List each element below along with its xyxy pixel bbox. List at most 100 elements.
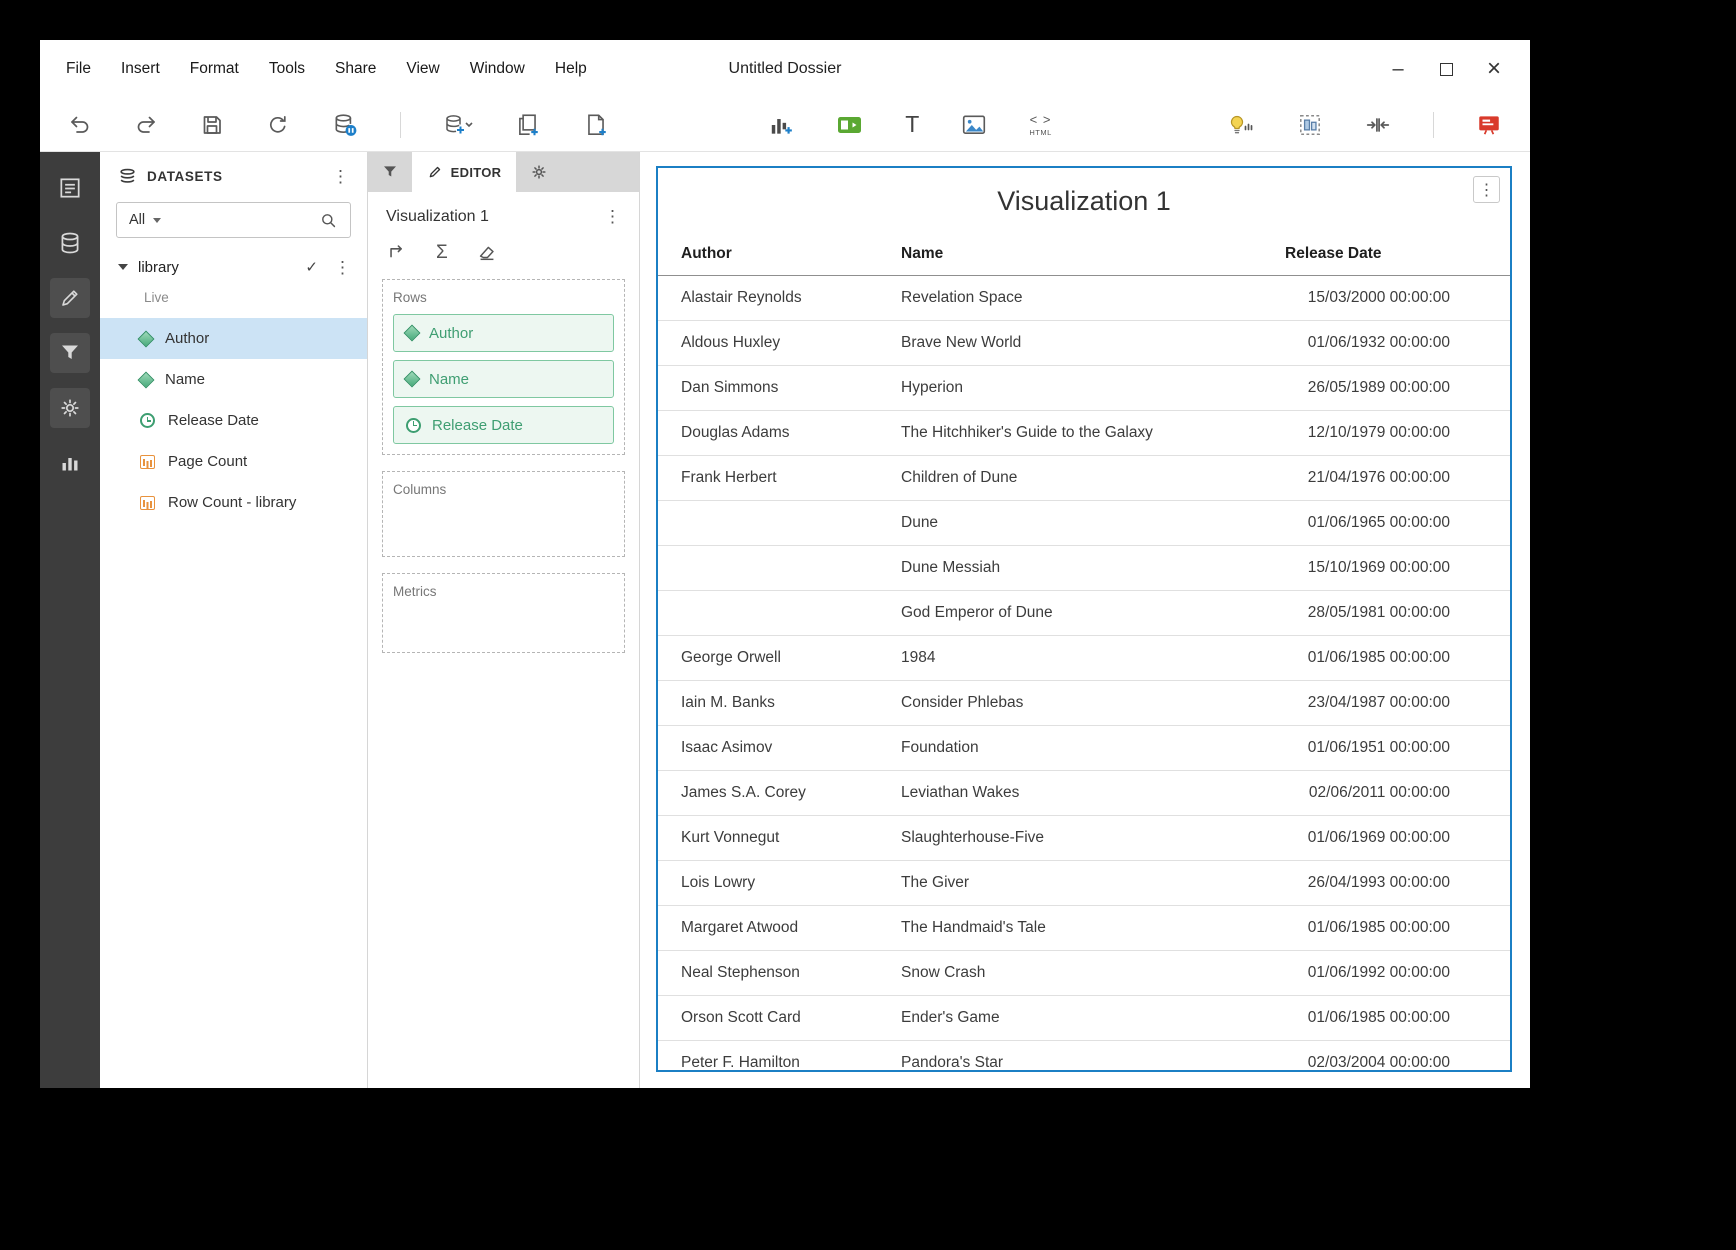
present-icon: [1476, 112, 1502, 138]
viz-cell-name: Brave New World: [901, 334, 1285, 352]
visualization-menu-button[interactable]: ⋮: [1473, 176, 1500, 203]
viz-table-row[interactable]: Orson Scott Card Ender's Game 01/06/1985…: [658, 996, 1510, 1041]
menu-item[interactable]: File: [66, 60, 91, 78]
search-button[interactable]: [319, 211, 338, 230]
metric-icon: [140, 496, 155, 510]
add-selector-button[interactable]: [836, 113, 863, 137]
left-rail: [40, 152, 100, 1088]
viz-table-row[interactable]: God Emperor of Dune 28/05/1981 00:00:00: [658, 591, 1510, 636]
viz-cell-release-date: 23/04/1987 00:00:00: [1285, 694, 1450, 712]
menu-item[interactable]: View: [406, 60, 439, 78]
tab-settings[interactable]: [516, 152, 562, 192]
insights-button[interactable]: [1227, 112, 1255, 138]
viz-table-row[interactable]: Peter F. Hamilton Pandora's Star 02/03/2…: [658, 1041, 1510, 1072]
minimize-button[interactable]: –: [1388, 59, 1408, 79]
editor-row-chip[interactable]: Author: [393, 314, 614, 352]
viz-cell-author: Alastair Reynolds: [681, 289, 901, 307]
snap-align-button[interactable]: [1365, 112, 1391, 138]
viz-table-row[interactable]: Dune Messiah 15/10/1969 00:00:00: [658, 546, 1510, 591]
editor-visualization-name: Visualization 1: [386, 208, 489, 226]
viz-table-row[interactable]: George Orwell 1984 01/06/1985 00:00:00: [658, 636, 1510, 681]
group-elements-icon: [1297, 112, 1323, 138]
datasets-panel-button[interactable]: [50, 223, 90, 263]
group-elements-button[interactable]: [1297, 112, 1323, 138]
editor-visualization-menu-button[interactable]: ⋮: [598, 206, 627, 227]
redo-button[interactable]: [134, 113, 158, 137]
visualizations-panel-button[interactable]: [50, 443, 90, 483]
dataset-field[interactable]: Name: [100, 359, 367, 400]
viz-table-row[interactable]: Dan Simmons Hyperion 26/05/1989 00:00:00: [658, 366, 1510, 411]
viz-table-row[interactable]: Iain M. Banks Consider Phlebas 23/04/198…: [658, 681, 1510, 726]
editor-panel-button[interactable]: [50, 278, 90, 318]
contents-panel-button[interactable]: [50, 168, 90, 208]
dataset-search-box[interactable]: All: [116, 202, 351, 238]
viz-table-row[interactable]: Neal Stephenson Snow Crash 01/06/1992 00…: [658, 951, 1510, 996]
funnel-icon: [58, 341, 82, 365]
viz-cell-name: The Giver: [901, 874, 1285, 892]
dataset-item-menu-button[interactable]: ⋮: [328, 257, 357, 278]
menu-item[interactable]: Share: [335, 60, 376, 78]
viz-table-row[interactable]: Lois Lowry The Giver 26/04/1993 00:00:00: [658, 861, 1510, 906]
save-button[interactable]: [200, 113, 224, 137]
rows-drop-zone[interactable]: Rows Author Name Release Date: [382, 279, 625, 455]
datasets-menu-button[interactable]: ⋮: [326, 166, 355, 187]
metric-icon: [140, 455, 155, 469]
editor-row-chip[interactable]: Release Date: [393, 406, 614, 444]
dataset-field[interactable]: Author: [100, 318, 367, 359]
menu-item[interactable]: Insert: [121, 60, 160, 78]
dataset-field[interactable]: Row Count - library: [100, 482, 367, 523]
expander-icon[interactable]: [118, 264, 128, 270]
viz-table-header: AuthorNameRelease Date: [658, 232, 1510, 276]
dataset-field[interactable]: Page Count: [100, 441, 367, 482]
viz-table-row[interactable]: Douglas Adams The Hitchhiker's Guide to …: [658, 411, 1510, 456]
viz-table-row[interactable]: James S.A. Corey Leviathan Wakes 02/06/2…: [658, 771, 1510, 816]
viz-table-row[interactable]: Isaac Asimov Foundation 01/06/1951 00:00…: [658, 726, 1510, 771]
viz-table-row[interactable]: Dune 01/06/1965 00:00:00: [658, 501, 1510, 546]
visualization-container[interactable]: ⋮ Visualization 1 AuthorNameRelease Date…: [656, 166, 1512, 1072]
viz-table-row[interactable]: Kurt Vonnegut Slaughterhouse-Five 01/06/…: [658, 816, 1510, 861]
dataset-search-filter[interactable]: All: [129, 212, 145, 228]
settings-panel-button[interactable]: [50, 388, 90, 428]
toolbar-left-group: [68, 112, 609, 138]
viz-cell-name: The Handmaid's Tale: [901, 919, 1285, 937]
tab-filter[interactable]: [368, 152, 412, 192]
viz-cell-author: Kurt Vonnegut: [681, 829, 901, 847]
menu-item[interactable]: Format: [190, 60, 239, 78]
add-visualization-button[interactable]: [768, 112, 794, 138]
dataset-field[interactable]: Release Date: [100, 400, 367, 441]
dataset-tree-item[interactable]: library ✓ ⋮: [100, 250, 367, 284]
add-text-button[interactable]: T: [905, 113, 919, 136]
columns-drop-zone[interactable]: Columns: [382, 471, 625, 557]
dataset-status-button[interactable]: [332, 112, 358, 138]
sigma-button[interactable]: Σ: [436, 243, 448, 262]
new-chapter-button[interactable]: [583, 112, 609, 138]
viz-table-row[interactable]: Frank Herbert Children of Dune 21/04/197…: [658, 456, 1510, 501]
viz-table-row[interactable]: Alastair Reynolds Revelation Space 15/03…: [658, 276, 1510, 321]
present-button[interactable]: [1476, 112, 1502, 138]
viz-cell-name: Pandora's Star: [901, 1054, 1285, 1072]
close-button[interactable]: ×: [1484, 59, 1504, 79]
undo-button[interactable]: [68, 113, 92, 137]
add-image-button[interactable]: [961, 113, 987, 137]
filter-panel-button[interactable]: [50, 333, 90, 373]
menu-item[interactable]: Help: [555, 60, 587, 78]
viz-table-row[interactable]: Margaret Atwood The Handmaid's Tale 01/0…: [658, 906, 1510, 951]
eraser-button[interactable]: [476, 241, 498, 263]
new-page-button[interactable]: [515, 112, 541, 138]
menu-item[interactable]: Tools: [269, 60, 305, 78]
gear-icon: [530, 163, 548, 181]
viz-table-row[interactable]: Aldous Huxley Brave New World 01/06/1932…: [658, 321, 1510, 366]
viz-cell-name: Children of Dune: [901, 469, 1285, 487]
add-data-button[interactable]: [443, 112, 473, 138]
maximize-button[interactable]: [1436, 59, 1456, 79]
editor-row-chip[interactable]: Name: [393, 360, 614, 398]
swap-axes-button[interactable]: [386, 241, 408, 263]
menu-item[interactable]: Window: [470, 60, 525, 78]
add-html-button[interactable]: < > HTML: [1029, 113, 1051, 137]
metrics-drop-zone[interactable]: Metrics: [382, 573, 625, 653]
viz-cell-name: Slaughterhouse-Five: [901, 829, 1285, 847]
viz-cell-release-date: 01/06/1985 00:00:00: [1285, 919, 1450, 937]
tab-editor[interactable]: EDITOR: [412, 152, 516, 192]
dataset-status-icon: [332, 112, 358, 138]
refresh-button[interactable]: [266, 113, 290, 137]
